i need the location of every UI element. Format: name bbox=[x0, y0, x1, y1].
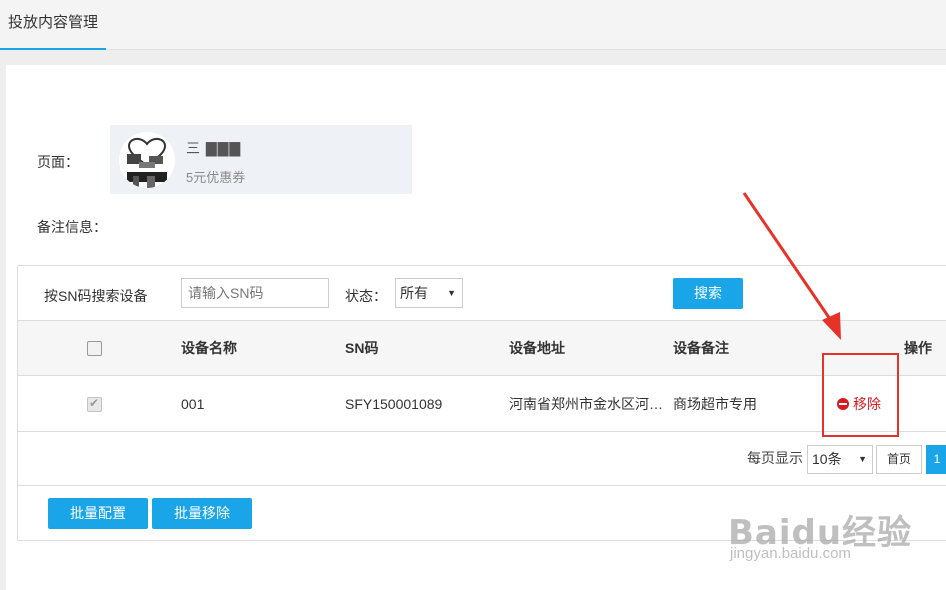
watermark-url: jingyan.baidu.com bbox=[730, 545, 851, 562]
baidu-watermark: Baidu经验 jingyan.baidu.com bbox=[728, 505, 912, 562]
annotation-arrow bbox=[742, 192, 841, 340]
